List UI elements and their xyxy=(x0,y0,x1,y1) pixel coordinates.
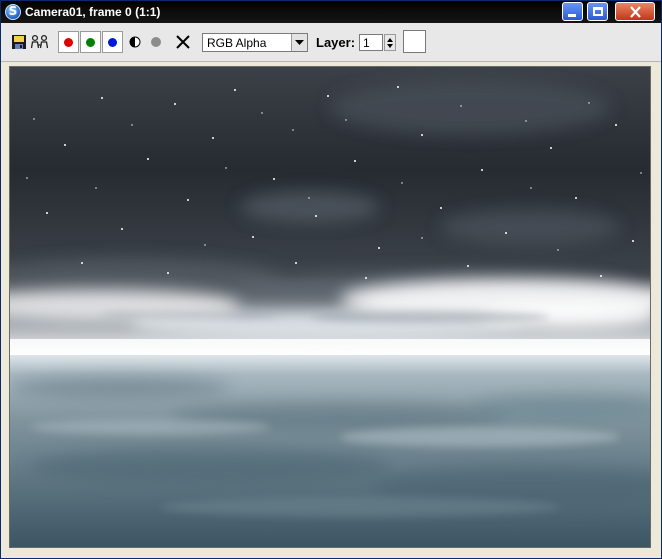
pixel-color-swatch[interactable] xyxy=(403,30,426,53)
maximize-icon xyxy=(593,7,603,16)
spinner-down-icon[interactable] xyxy=(387,44,393,48)
window-title: Camera01, frame 0 (1:1) xyxy=(25,5,161,19)
app-icon[interactable]: S xyxy=(5,4,21,20)
blue-channel-toggle[interactable] xyxy=(102,31,123,53)
save-icon xyxy=(12,35,26,49)
alpha-channel-toggle[interactable] xyxy=(146,32,166,52)
title-bar[interactable]: S Camera01, frame 0 (1:1) xyxy=(1,1,661,23)
minimize-button[interactable] xyxy=(562,2,583,21)
layer-input[interactable]: 1 xyxy=(359,34,383,51)
minimize-icon xyxy=(568,14,576,17)
red-channel-toggle[interactable] xyxy=(58,31,79,53)
close-button[interactable] xyxy=(615,2,655,21)
clone-window-button[interactable] xyxy=(30,32,50,52)
clear-button[interactable] xyxy=(173,32,193,52)
render-viewport[interactable] xyxy=(9,66,651,548)
clone-icon xyxy=(30,34,49,49)
green-channel-icon xyxy=(86,38,95,47)
close-icon xyxy=(630,6,641,18)
green-channel-toggle[interactable] xyxy=(80,31,101,53)
toolbar: RGB Alpha Layer: 1 xyxy=(1,23,661,62)
red-channel-icon xyxy=(64,38,73,47)
layer-label: Layer: xyxy=(316,35,356,50)
display-channel-value: RGB Alpha xyxy=(207,36,267,50)
dropdown-arrow-button[interactable] xyxy=(291,34,307,51)
display-channel-dropdown[interactable]: RGB Alpha xyxy=(202,33,308,52)
maximize-button[interactable] xyxy=(587,2,608,21)
alpha-icon xyxy=(151,37,161,47)
spinner-up-icon[interactable] xyxy=(387,38,393,42)
rendered-frame-window: S Camera01, frame 0 (1:1) RGB Alpha Laye… xyxy=(0,0,662,559)
layer-spinner[interactable] xyxy=(384,34,396,51)
chevron-down-icon xyxy=(295,40,304,45)
rendered-sky-sea-image xyxy=(10,67,650,547)
monochrome-toggle[interactable] xyxy=(125,32,145,52)
blue-channel-icon xyxy=(108,38,117,47)
clear-icon xyxy=(176,35,190,49)
save-image-button[interactable] xyxy=(9,32,29,52)
monochrome-icon xyxy=(129,36,141,48)
